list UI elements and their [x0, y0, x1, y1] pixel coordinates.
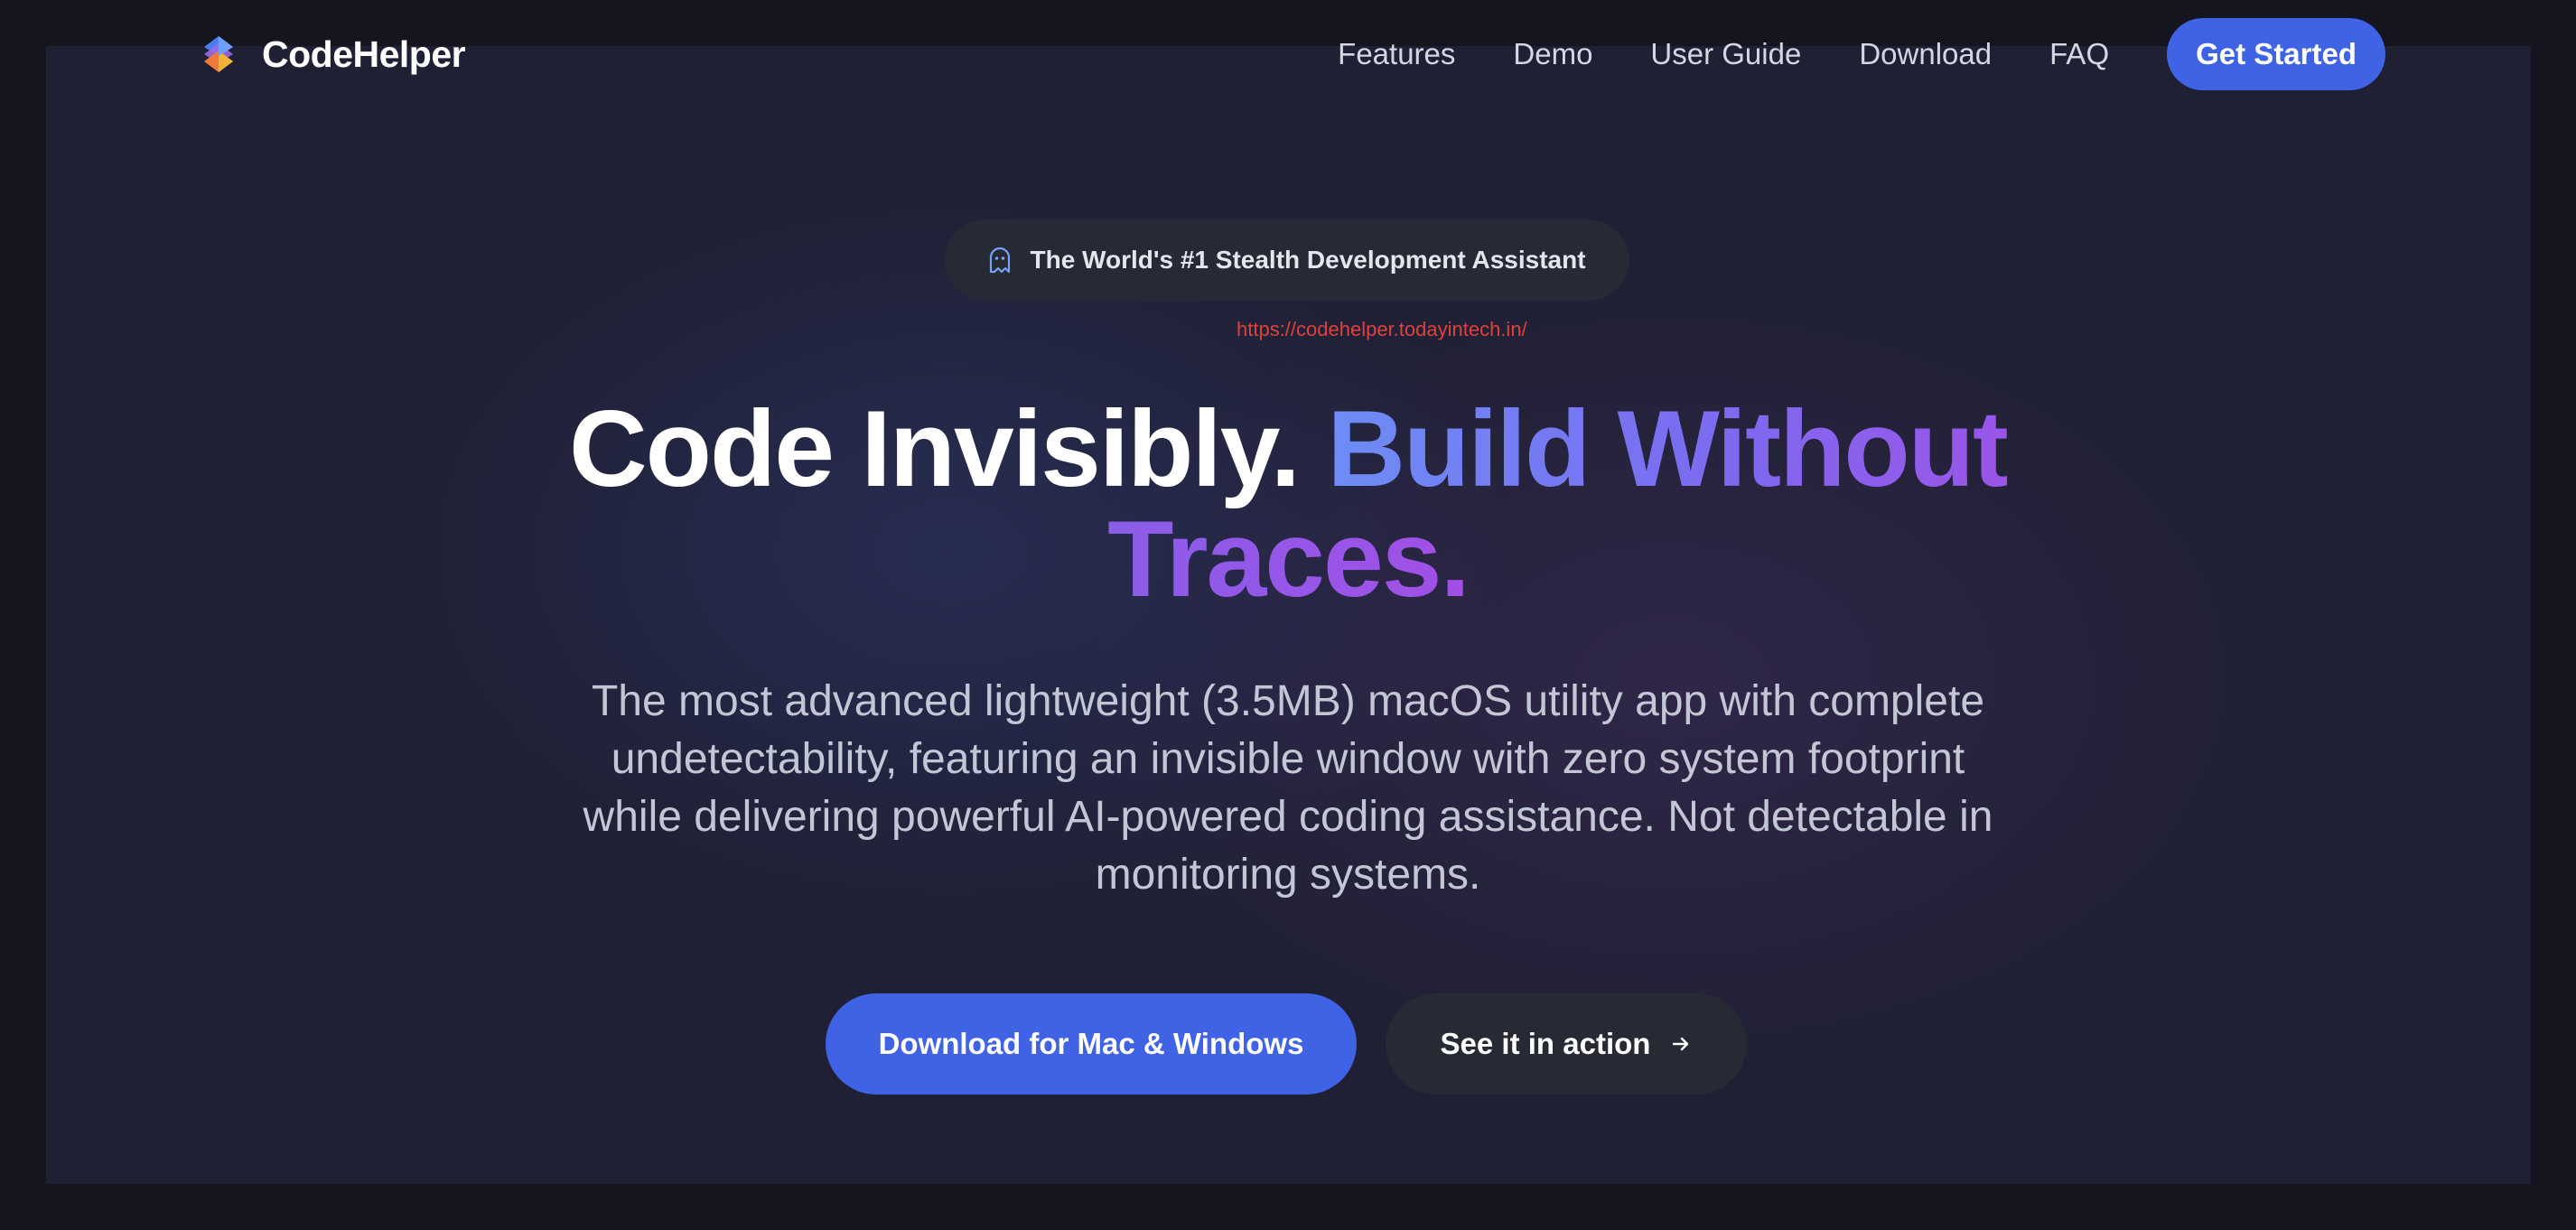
get-started-button[interactable]: Get Started [2167, 18, 2385, 90]
brand-name: CodeHelper [262, 33, 466, 75]
headline-part-white: Code Invisibly. [569, 388, 1301, 509]
nav-link-demo[interactable]: Demo [1513, 37, 1592, 71]
nav-link-user-guide[interactable]: User Guide [1650, 37, 1801, 71]
see-it-in-action-button[interactable]: See it in action [1386, 993, 1747, 1095]
see-it-in-action-label: See it in action [1440, 1027, 1651, 1060]
hero-badge: The World's #1 Stealth Development Assis… [945, 219, 1629, 301]
main-nav: Features Demo User Guide Download FAQ Ge… [1338, 18, 2385, 90]
hero-subtitle: The most advanced lightweight (3.5MB) ma… [583, 677, 1993, 899]
url-annotation: https://codehelper.todayintech.in/ [1237, 318, 1527, 340]
brand-logo[interactable]: CodeHelper [201, 33, 466, 75]
site-header: CodeHelper Features Demo User Guide Down… [0, 0, 2576, 108]
nav-link-faq[interactable]: FAQ [2049, 37, 2109, 71]
download-button[interactable]: Download for Mac & Windows [826, 993, 1357, 1095]
headline-part-gradient: Build Without [1327, 388, 2009, 509]
ghost-icon [990, 247, 1011, 274]
layered-diamond-logo-icon [204, 36, 233, 72]
hero-headline: Code Invisibly. Build Without Traces. [385, 394, 2191, 614]
hero-cta-row: Download for Mac & Windows See it in act… [826, 993, 1747, 1095]
nav-link-features[interactable]: Features [1338, 37, 1455, 71]
arrow-right-icon [1673, 1037, 1689, 1051]
badge-text: The World's #1 Stealth Development Assis… [1030, 246, 1586, 274]
nav-link-download[interactable]: Download [1859, 37, 1992, 71]
headline-part-purple: Traces. [1107, 499, 1470, 620]
